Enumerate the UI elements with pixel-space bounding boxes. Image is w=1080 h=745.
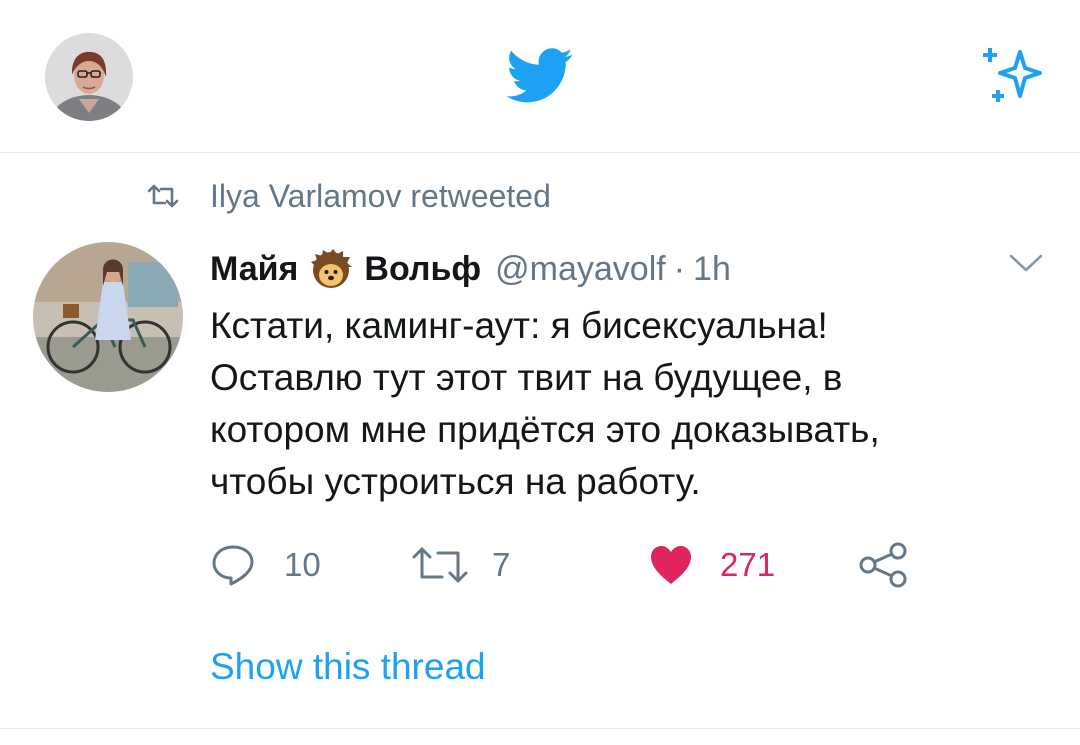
tweet-text-line: Кстати, каминг-аут: я бисексуальна! (210, 305, 828, 346)
author-first-name: Майя (210, 249, 299, 288)
tweet-actions: 10 7 271 (210, 540, 930, 590)
like-button[interactable]: 271 (648, 540, 775, 590)
share-button[interactable] (858, 540, 910, 590)
separator: · (673, 249, 686, 288)
hedgehog-emoji-icon (311, 249, 353, 288)
chevron-down-icon[interactable] (1008, 252, 1044, 274)
top-bar (0, 0, 1080, 153)
author-last-name: Вольф (364, 249, 482, 288)
heart-icon (651, 546, 691, 584)
retweet-notice: Ilya Varlamov retweeted (146, 176, 551, 216)
tweet-text-line: чтобы устроиться на работу. (210, 461, 701, 502)
show-thread-link[interactable]: Show this thread (210, 646, 486, 688)
sparkle-icon[interactable] (978, 44, 1048, 106)
reply-icon (212, 545, 254, 586)
tweet-text-line: Оставлю тут этот твит на будущее, в (210, 357, 843, 398)
twitter-bird-icon (506, 48, 573, 103)
like-count: 271 (720, 546, 776, 583)
retweet-notice-text: Ilya Varlamov retweeted (210, 177, 551, 214)
author-handle[interactable]: @mayavolf (495, 250, 666, 289)
reply-count: 10 (284, 546, 321, 583)
reply-button[interactable]: 10 (210, 540, 321, 590)
tweet-text: Кстати, каминг-аут: я бисексуальна! Оста… (210, 300, 1030, 508)
divider (0, 728, 1080, 729)
tweet-text-line: котором мне придётся это доказывать, (210, 409, 880, 450)
account-avatar[interactable] (45, 33, 133, 121)
author-name[interactable]: Майя Вольф (210, 248, 481, 290)
retweet-button[interactable]: 7 (410, 540, 510, 590)
tweet-time[interactable]: 1h (693, 250, 731, 289)
tweet-header: Майя Вольф @mayavolf · 1h (210, 246, 731, 292)
author-avatar[interactable] (33, 242, 183, 392)
retweet-count: 7 (492, 546, 511, 583)
share-icon (859, 542, 907, 588)
retweet-icon (147, 184, 179, 208)
retweet-action-icon (412, 547, 468, 583)
